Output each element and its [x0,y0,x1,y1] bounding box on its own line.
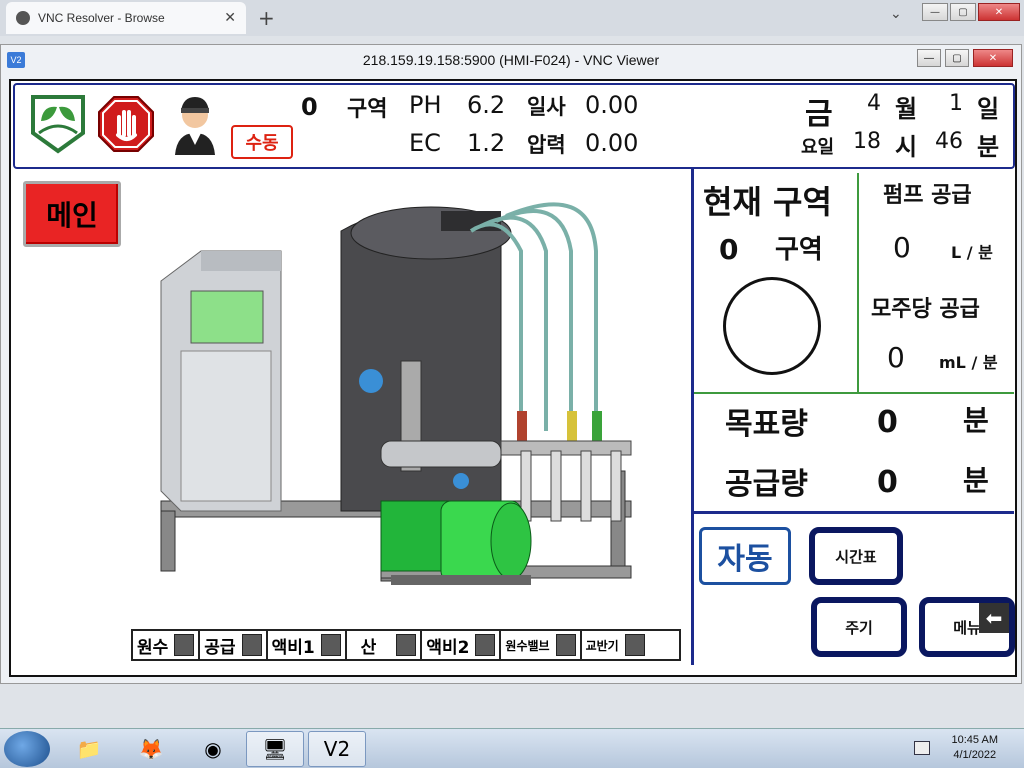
vnc-logo-icon: V2 [7,52,25,68]
vnc-viewer-taskbar-icon[interactable]: V2 [308,731,366,767]
status-raw-water: 원수 [133,631,201,659]
status-lamp [624,634,645,656]
right-panel-border [691,169,694,665]
vnc-close-button[interactable]: ✕ [973,49,1013,67]
target-amount-unit: 분 [963,404,989,437]
pump-supply-value: 0 [893,231,911,264]
main-screen-button[interactable]: 메인 [23,181,121,247]
status-lamp [174,634,195,656]
supplied-amount-value: 0 [877,465,898,500]
hour-label: 시 [895,133,918,161]
vnc-maximize-button[interactable]: ▢ [945,49,969,67]
emergency-stop-icon[interactable] [97,95,155,153]
current-zone-value: 0 [719,233,739,266]
cycle-button[interactable]: 주기 [811,597,907,657]
schedule-button[interactable]: 시간표 [809,527,903,585]
status-indicator-strip: 원수 공급 액비1 산 액비2 원수밸브 교반기 [131,629,681,661]
browser-minimize-button[interactable]: — [922,3,948,21]
status-fertilizer-1: 액비1 [268,631,347,659]
leaf-logo-icon [31,95,85,154]
month-value: 4 [867,91,881,116]
ph-label: PH [409,91,442,119]
pump-supply-unit: L / 분 [951,243,993,262]
tab-close-icon[interactable]: ✕ [224,10,236,26]
browser-tab-bar: VNC Resolver - Browse ✕ + ⌄ — ▢ ✕ [0,0,1024,36]
right-panel-divider [857,173,859,393]
tab-favicon-icon [16,11,30,25]
vnc-viewer-window: V2 218.159.19.158:5900 (HMI-F024) - VNC … [0,44,1022,684]
pressure-value: 0.00 [585,129,639,157]
supplied-amount-label: 공급량 [725,467,808,502]
per-plant-unit: mL / 분 [939,353,998,372]
system-clock[interactable]: 10:45 AM 4/1/2022 [952,733,998,763]
vnc-title-bar: V2 218.159.19.158:5900 (HMI-F024) - VNC … [1,45,1021,75]
status-fertilizer-2: 액비2 [422,631,502,659]
right-panel-divider [694,511,1014,514]
ph-value: 6.2 [467,91,506,119]
day-value: 1 [949,91,963,116]
browser-close-button[interactable]: ✕ [978,3,1020,21]
manual-mode-badge: 수동 [231,125,293,159]
supplied-amount-unit: 분 [963,464,989,497]
status-lamp [475,634,496,656]
chrome-icon[interactable]: ◉ [184,731,242,767]
file-explorer-icon[interactable]: 📁 [60,731,118,767]
target-amount-value: 0 [877,405,898,440]
remote-desktop-icon[interactable]: 🖥 [246,731,304,767]
zone-label: 구역 [347,97,388,122]
per-plant-title: 모주당 공급 [871,297,980,322]
solar-value: 0.00 [585,91,639,119]
status-acid: 산 [347,631,423,659]
status-lamp [396,634,417,656]
per-plant-value: 0 [887,341,905,374]
minute-value: 46 [935,129,963,154]
zone-number: 0 [301,93,318,121]
status-raw-water-valve: 원수밸브 [501,631,582,659]
vnc-minimize-button[interactable]: — [917,49,941,67]
auto-mode-button[interactable]: 자동 [699,527,791,585]
status-lamp [241,634,262,656]
current-zone-indicator [723,277,821,375]
status-lamp [320,634,341,656]
hour-value: 18 [853,129,881,154]
hmi-screen: 수동 0 구역 PH 6.2 일사 0.00 EC 1.2 압력 0.00 금 … [9,79,1017,677]
fertigation-machine-illustration [160,202,632,585]
status-lamp [555,634,576,656]
current-zone-title: 현재 구역 [703,183,832,221]
month-label: 월 [895,95,918,123]
weekday-value: 금 [805,97,833,132]
current-zone-unit: 구역 [775,235,823,265]
status-supply: 공급 [200,631,268,659]
tab-list-chevron-icon[interactable]: ⌄ [890,6,902,22]
browser-tab[interactable]: VNC Resolver - Browse ✕ [6,2,246,34]
solar-label: 일사 [527,95,566,119]
ec-label: EC [409,129,441,157]
start-button[interactable] [4,731,50,767]
minute-label: 분 [977,133,1000,161]
tab-title: VNC Resolver - Browse [38,11,165,25]
firefox-icon[interactable]: 🦊 [122,731,180,767]
browser-maximize-button[interactable]: ▢ [950,3,976,21]
network-tray-icon[interactable] [914,741,930,755]
target-amount-label: 목표량 [725,407,808,442]
weekday-label: 요일 [801,137,835,158]
pressure-label: 압력 [527,133,566,157]
right-panel-divider [694,392,1014,394]
day-label: 일 [977,95,1000,123]
hmi-header: 수동 0 구역 PH 6.2 일사 0.00 EC 1.2 압력 0.00 금 … [13,83,1015,169]
clock-date: 4/1/2022 [953,749,997,761]
status-agitator: 교반기 [582,631,649,659]
back-arrow-icon[interactable]: ⬅ [979,603,1009,633]
ec-value: 1.2 [467,129,506,157]
new-tab-button[interactable]: + [258,6,275,30]
vnc-title: 218.159.19.158:5900 (HMI-F024) - VNC Vie… [362,52,660,68]
pump-supply-title: 펌프 공급 [883,183,972,208]
operator-icon [175,97,215,155]
windows-taskbar: 📁 🦊 ◉ 🖥 V2 10:45 AM 4/1/2022 [0,728,1024,768]
clock-time: 10:45 AM [951,734,998,746]
